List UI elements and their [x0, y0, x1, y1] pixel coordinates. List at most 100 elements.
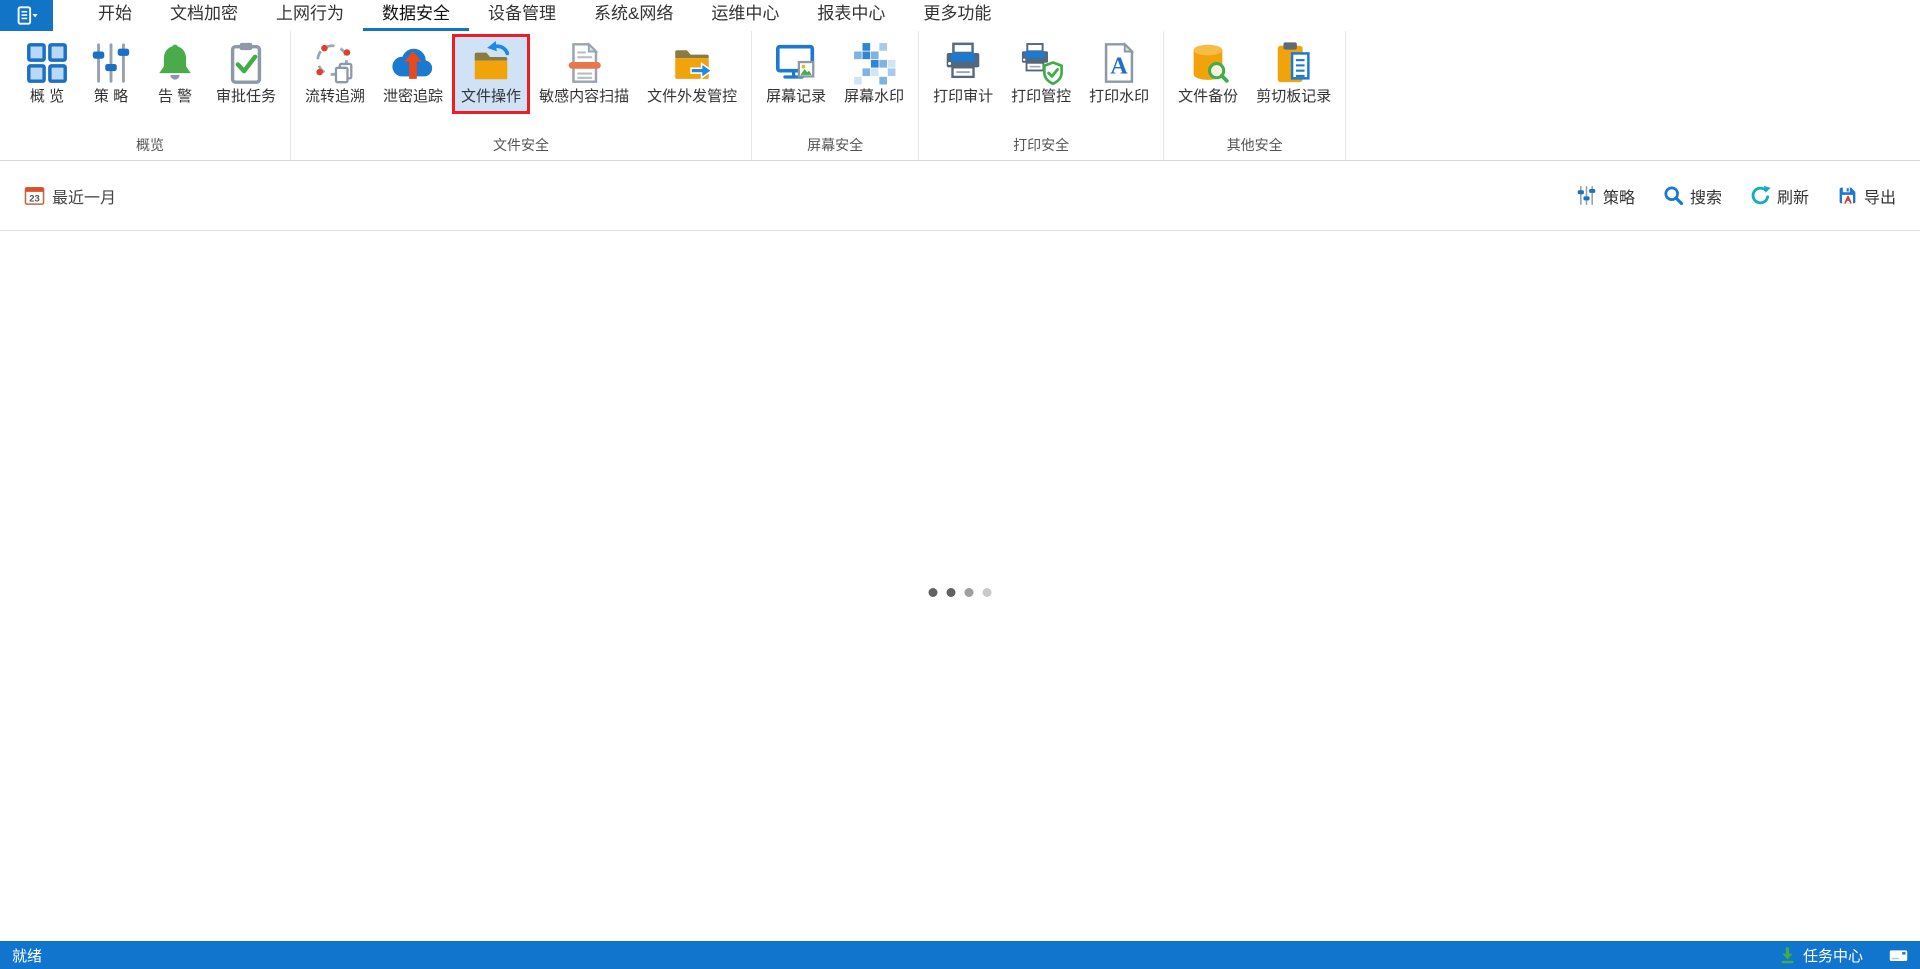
ribbon-button-sensitive-content-scan[interactable]: 敏感内容扫描	[530, 34, 638, 114]
refresh-icon	[1750, 185, 1771, 206]
tab-report-center[interactable]: 报表中心	[798, 0, 904, 31]
ribbon-button-label: 告 警	[157, 88, 193, 105]
policy-sliders-small-icon	[1576, 185, 1597, 206]
status-ready-text: 就绪	[12, 947, 43, 965]
ribbon-group-label: 概览	[136, 137, 164, 153]
ribbon-button-leak-tracking[interactable]: 泄密追踪	[374, 34, 452, 114]
ribbon-group-items: 屏幕记录 屏幕水印	[752, 31, 918, 135]
search-icon	[1663, 185, 1684, 206]
ribbon-button-screen-watermark[interactable]: 屏幕水印	[835, 34, 913, 114]
loading-dot	[964, 588, 974, 597]
ribbon: 概 览策 略告 警审批任务 概览 流转追溯 泄密追踪 文件操作 敏感内容扫描 文件外发管控文…	[0, 31, 1920, 161]
print-control-icon	[1018, 40, 1064, 86]
tab-system-network[interactable]: 系统&网络	[575, 0, 692, 31]
svg-text:23: 23	[29, 193, 40, 204]
loading-dot	[946, 588, 956, 597]
task-center-label: 任务中心	[1802, 947, 1863, 965]
leak-track-cloud-icon	[390, 40, 436, 86]
ribbon-button-flow-trace[interactable]: 流转追溯	[296, 34, 374, 114]
tab-internet-behavior[interactable]: 上网行为	[257, 0, 363, 31]
overview-grid-icon	[24, 40, 70, 86]
tab-bar: 开始 文档加密 上网行为 数据安全 设备管理 系统&网络 运维中心 报表中心 更多功能	[0, 0, 1920, 31]
toolbar-action-refresh[interactable]: 刷新	[1750, 184, 1809, 208]
ribbon-button-label: 敏感内容扫描	[539, 88, 630, 105]
ribbon-button-print-watermark[interactable]: A 打印水印	[1080, 34, 1158, 114]
ribbon-group-file-security: 流转追溯 泄密追踪 文件操作 敏感内容扫描 文件外发管控文件安全	[291, 31, 753, 160]
tab-home[interactable]: 开始	[79, 0, 151, 31]
file-operation-folder-icon	[468, 40, 514, 86]
tab-more-features[interactable]: 更多功能	[904, 0, 1010, 31]
toolbar-action-export[interactable]: 导出	[1837, 184, 1896, 208]
ribbon-button-label: 策 略	[93, 88, 129, 105]
task-center-button[interactable]: 任务中心	[1778, 945, 1863, 966]
ribbon-button-approval-tasks[interactable]: 审批任务	[207, 34, 285, 114]
clipboard-record-icon	[1271, 40, 1317, 86]
status-bar: 就绪 任务中心	[0, 941, 1920, 969]
trace-flow-icon	[312, 40, 358, 86]
app-menu-button[interactable]	[0, 0, 53, 31]
ribbon-group-items: 概 览 策 略 告 警 审批任务	[10, 31, 290, 135]
tab-ops-center[interactable]: 运维中心	[692, 0, 798, 31]
ribbon-tabs: 开始 文档加密 上网行为 数据安全 设备管理 系统&网络 运维中心 报表中心 更多功能	[79, 0, 1010, 31]
toolbar-action-policy[interactable]: 策略	[1576, 184, 1635, 208]
message-panel-icon[interactable]	[1889, 946, 1908, 965]
ribbon-button-clipboard-record[interactable]: 剪切板记录	[1247, 34, 1340, 114]
ribbon-button-label: 泄密追踪	[383, 88, 444, 105]
ribbon-group-overview: 概 览 策 略 告 警 审批任务概览	[10, 31, 292, 160]
ribbon-button-label: 剪切板记录	[1256, 88, 1332, 105]
alert-bell-icon	[152, 40, 198, 86]
ribbon-button-file-backup[interactable]: 文件备份	[1169, 34, 1247, 114]
screen-watermark-icon	[851, 40, 897, 86]
toolbar-action-search[interactable]: 搜索	[1663, 184, 1722, 208]
ribbon-button-file-operation[interactable]: 文件操作	[452, 34, 531, 114]
policy-sliders-icon	[88, 40, 134, 86]
loading-dot	[982, 588, 992, 597]
ribbon-button-label: 文件外发管控	[647, 88, 738, 105]
ribbon-button-print-control[interactable]: 打印管控	[1002, 34, 1080, 114]
loading-dot	[928, 588, 938, 597]
ribbon-button-screen-recording[interactable]: 屏幕记录	[757, 34, 835, 114]
tab-data-security[interactable]: 数据安全	[363, 0, 469, 31]
ribbon-button-label: 文件操作	[461, 88, 522, 105]
ribbon-group-items: 文件备份 剪切板记录	[1164, 31, 1345, 135]
status-right: 任务中心	[1778, 945, 1908, 966]
toolbar-actions: 策略 搜索 刷新 导出	[1576, 184, 1896, 208]
file-backup-icon	[1185, 40, 1231, 86]
ribbon-button-label: 流转追溯	[305, 88, 366, 105]
approval-clipboard-icon	[223, 40, 269, 86]
loading-indicator	[928, 588, 992, 597]
ribbon-button-label: 审批任务	[216, 88, 277, 105]
file-outgoing-folder-icon	[669, 40, 715, 86]
print-watermark-icon: A	[1096, 40, 1142, 86]
toolbar-action-label: 策略	[1602, 189, 1635, 207]
ribbon-button-policy[interactable]: 策 略	[79, 34, 143, 114]
ribbon-button-label: 屏幕记录	[766, 88, 827, 105]
content-area	[0, 231, 1920, 941]
ribbon-button-print-audit[interactable]: 打印审计	[924, 34, 1002, 114]
tab-doc-encryption[interactable]: 文档加密	[151, 0, 257, 31]
ribbon-button-label: 屏幕水印	[844, 88, 905, 105]
screen-record-icon	[773, 40, 819, 86]
ribbon-group-items: 流转追溯 泄密追踪 文件操作 敏感内容扫描 文件外发管控	[291, 31, 751, 135]
ribbon-button-label: 文件备份	[1178, 88, 1239, 105]
toolbar-action-label: 导出	[1863, 189, 1896, 207]
ribbon-button-overview[interactable]: 概 览	[15, 34, 79, 114]
ribbon-button-alert[interactable]: 告 警	[143, 34, 207, 114]
toolbar-action-label: 刷新	[1776, 189, 1809, 207]
ribbon-button-label: 打印审计	[933, 88, 994, 105]
ribbon-group-label: 文件安全	[493, 137, 550, 153]
app-menu-icon	[15, 5, 39, 26]
ribbon-group-screen-security: 屏幕记录 屏幕水印屏幕安全	[752, 31, 920, 160]
ribbon-group-label: 打印安全	[1013, 137, 1070, 153]
ribbon-button-label: 打印水印	[1089, 88, 1150, 105]
app-window: { "colors":{ "accent_blue":"#1274c7", "s…	[0, 0, 1920, 969]
date-filter-label: 最近一月	[52, 189, 117, 207]
tab-device-management[interactable]: 设备管理	[469, 0, 575, 31]
ribbon-button-label: 打印管控	[1011, 88, 1072, 105]
ribbon-group-label: 屏幕安全	[807, 137, 864, 153]
task-center-download-icon	[1778, 946, 1797, 965]
filter-toolbar: 23 最近一月 策略 搜索 刷新 导出	[0, 161, 1920, 231]
ribbon-button-file-outgoing-control[interactable]: 文件外发管控	[638, 34, 746, 114]
svg-text:A: A	[1111, 54, 1129, 80]
date-filter-button[interactable]: 23 最近一月	[24, 184, 116, 208]
